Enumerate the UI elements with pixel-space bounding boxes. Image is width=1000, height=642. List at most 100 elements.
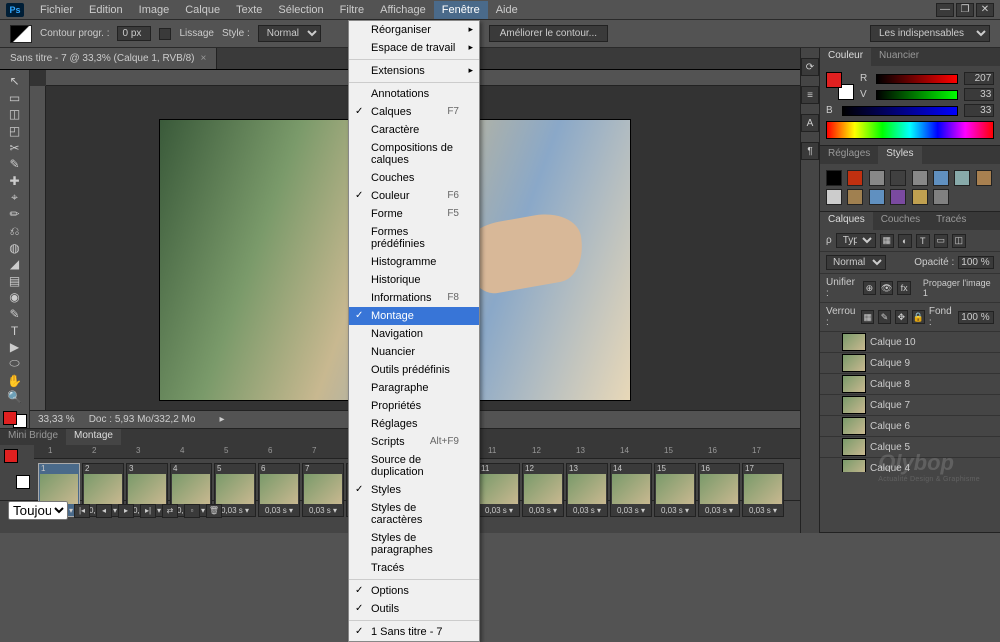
timeline-fgbg-swatch[interactable] [4,449,30,489]
tool-7[interactable]: ⌖ [4,190,26,205]
menu-item-outils-pr-d-finis[interactable]: Outils prédéfinis [349,361,479,379]
timeline-frame[interactable]: 140,03 s ▾ [610,463,652,517]
color-spectrum[interactable] [826,121,994,139]
tab-traces[interactable]: Tracés [928,212,974,230]
menu-item-extensions[interactable]: Extensions [349,62,479,80]
style-swatch-0[interactable] [826,170,842,186]
style-swatch-8[interactable] [826,189,842,205]
menu-item-nuancier[interactable]: Nuancier [349,343,479,361]
tool-9[interactable]: ⎌ [4,224,26,239]
filter-pixel-icon[interactable]: ▦ [880,234,894,248]
menu-item-options[interactable]: Options [349,582,479,600]
menu-item-r-glages[interactable]: Réglages [349,415,479,433]
menu-texte[interactable]: Texte [228,1,270,19]
tool-3[interactable]: ◰ [4,124,26,139]
antialias-checkbox[interactable] [159,28,171,40]
layer-row[interactable]: Calque 8 [820,374,1000,395]
tab-calques[interactable]: Calques [820,212,873,230]
document-tab[interactable]: Sans titre - 7 @ 33,3% (Calque 1, RVB/8)… [0,48,217,69]
frame-duration[interactable]: 0,03 s ▾ [661,505,689,516]
delete-frame-button[interactable]: 🗑 [206,504,222,518]
tool-14[interactable]: ✎ [4,307,26,322]
tool-preset-icon[interactable] [10,25,32,43]
style-swatch-9[interactable] [847,189,863,205]
menu-item-couches[interactable]: Couches [349,169,479,187]
close-button[interactable]: ✕ [976,3,994,17]
style-swatch-11[interactable] [890,189,906,205]
menu-aide[interactable]: Aide [488,1,526,19]
timeline-frame[interactable]: 150,03 s ▾ [654,463,696,517]
menu-item-historique[interactable]: Historique [349,271,479,289]
layer-row[interactable]: Calque 4 [820,458,1000,472]
fill-input[interactable] [958,311,994,324]
lock-pos-icon[interactable]: ✥ [895,310,908,324]
new-frame-button[interactable]: ▫ [184,504,200,518]
channel-B-slider[interactable] [842,106,958,116]
history-icon[interactable]: ⟳ [801,58,819,76]
frame-duration[interactable]: 0,03 s ▾ [309,505,337,516]
timeline-frame[interactable]: 170,03 s ▾ [742,463,784,517]
channel-R-input[interactable] [964,72,994,85]
timeline-frame[interactable]: 130,03 s ▾ [566,463,608,517]
next-frame-button[interactable]: ▸| [140,504,156,518]
menu-selection[interactable]: Sélection [270,1,331,19]
menu-item-compositions-de-calques[interactable]: Compositions de calques [349,139,479,169]
menu-item-informations[interactable]: InformationsF8 [349,289,479,307]
menu-image[interactable]: Image [131,1,178,19]
tool-6[interactable]: ✚ [4,173,26,188]
layer-row[interactable]: Calque 5 [820,437,1000,458]
menu-item-montage[interactable]: Montage [349,307,479,325]
tool-5[interactable]: ✎ [4,157,26,172]
tab-nuancier[interactable]: Nuancier [871,48,927,66]
menu-item-r-organiser[interactable]: Réorganiser [349,21,479,39]
menu-item-caract-re[interactable]: Caractère [349,121,479,139]
channel-V-slider[interactable] [876,90,958,100]
menu-fichier[interactable]: Fichier [32,1,81,19]
timeline-frame[interactable]: 60,03 s ▾ [258,463,300,517]
menu-item-styles[interactable]: Styles [349,481,479,499]
tool-18[interactable]: ✋ [4,373,26,388]
style-swatch-10[interactable] [869,189,885,205]
menu-fenetre[interactable]: Fenêtre [434,1,488,19]
tab-reglages[interactable]: Réglages [820,146,878,164]
frame-duration[interactable]: 0,03 s ▾ [221,505,249,516]
menu-filtre[interactable]: Filtre [332,1,372,19]
menu-item-forme[interactable]: FormeF5 [349,205,479,223]
minimize-button[interactable]: — [936,3,954,17]
tool-2[interactable]: ◫ [4,107,26,122]
style-select[interactable]: Normal [258,25,321,42]
layer-row[interactable]: Calque 7 [820,395,1000,416]
tool-17[interactable]: ⬭ [4,356,26,371]
layer-row[interactable]: Calque 10 [820,332,1000,353]
frame-duration[interactable]: 0,03 s ▾ [749,505,777,516]
style-swatch-7[interactable] [976,170,992,186]
frame-duration[interactable]: 0,03 s ▾ [573,505,601,516]
tool-12[interactable]: ▤ [4,274,26,289]
refine-edge-button[interactable]: Améliorer le contour... [489,25,608,42]
play-button[interactable]: ▸ [118,504,134,518]
tool-11[interactable]: ◢ [4,257,26,272]
tool-8[interactable]: ✏ [4,207,26,222]
first-frame-button[interactable]: |◂ [74,504,90,518]
timeline-frame[interactable]: 110,03 s ▾ [478,463,520,517]
menu-item-espace-de-travail[interactable]: Espace de travail [349,39,479,57]
filter-type-icon[interactable]: T [916,234,930,248]
layer-row[interactable]: Calque 6 [820,416,1000,437]
menu-affichage[interactable]: Affichage [372,1,434,19]
menu-item-1-sans-titre-7[interactable]: 1 Sans titre - 7 [349,623,479,641]
tab-montage[interactable]: Montage [66,429,121,445]
zoom-level[interactable]: 33,33 % [38,414,75,425]
tool-13[interactable]: ◉ [4,290,26,305]
color-fgbg-swatch[interactable] [826,72,854,100]
menu-item-annotations[interactable]: Annotations [349,85,479,103]
frame-duration[interactable]: 0,03 s ▾ [485,505,513,516]
menu-item-trac-s[interactable]: Tracés [349,559,479,577]
menu-item-scripts[interactable]: ScriptsAlt+F9 [349,433,479,451]
channel-V-input[interactable] [964,88,994,101]
toolbox-fgbg[interactable] [3,411,27,428]
menu-item-source-de-duplication[interactable]: Source de duplication [349,451,479,481]
menu-item-formes-pr-d-finies[interactable]: Formes prédéfinies [349,223,479,253]
timeline-frame[interactable]: 160,03 s ▾ [698,463,740,517]
style-swatch-3[interactable] [890,170,906,186]
frame-duration[interactable]: 0,03 s ▾ [705,505,733,516]
